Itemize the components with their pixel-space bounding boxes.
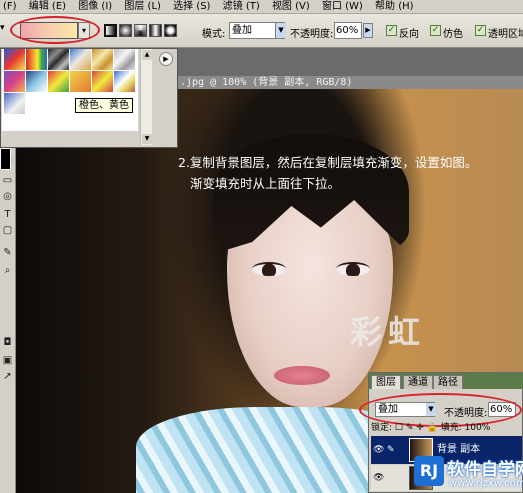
jump-to-imageready-icon[interactable]: ↗ (1, 370, 14, 383)
gradient-swatch[interactable] (92, 71, 113, 92)
gradient-swatch[interactable] (114, 71, 135, 92)
tab-channels[interactable]: 通道 (403, 375, 433, 389)
brush-icon: ✎ (387, 445, 395, 455)
tab-layers[interactable]: 图层 (371, 375, 401, 389)
blur-tool-icon[interactable]: ◎ (1, 190, 14, 203)
shape-tool-icon[interactable]: ▢ (1, 224, 14, 237)
gradient-swatch[interactable] (48, 49, 69, 70)
scroll-up-icon[interactable]: ▲ (142, 50, 152, 60)
gradient-swatch[interactable] (48, 71, 69, 92)
gradient-swatch[interactable] (26, 49, 47, 70)
toolbox: ⬚ ▭ ◎ T ▢ ✎ ⌕ ◘ ▣ ↗ (0, 148, 16, 493)
options-bar: ▾ ▾ 模式: 叠加 ▼ 不透明度: 60% ▶ ✓ 反向 ✓ 仿色 ✓ 透明区… (0, 14, 523, 48)
menu-image[interactable]: 图像 (I) (75, 0, 118, 13)
reverse-label: 反向 (399, 29, 419, 40)
eye-icon[interactable]: 👁 (373, 473, 384, 483)
type-tool-icon[interactable]: T (1, 208, 14, 221)
photo-eye-right (336, 262, 370, 276)
instruction-line-2: 渐变填充时从上面往下拉。 (190, 176, 341, 191)
menu-edit[interactable]: 编辑 (E) (26, 0, 72, 13)
menu-layer[interactable]: 图层 (L) (121, 0, 167, 13)
gradient-swatch[interactable] (4, 71, 25, 92)
tutorial-instruction: 2.复制背景图层，然后在复制层填充渐变，设置如图。 渐变填充时从上面往下拉。 (178, 152, 523, 194)
dither-checkbox[interactable]: ✓ (430, 25, 441, 36)
lock-fill-row[interactable]: 锁定: ☐ ✎ ✛ 🔒 填充: 100% (371, 422, 523, 435)
document-title-bar[interactable]: .jpg @ 100% (背景 副本, RGB/8) (178, 76, 523, 89)
photo-lips (274, 366, 330, 385)
linear-gradient-button[interactable] (104, 24, 117, 37)
gradient-swatch-grid (2, 49, 138, 131)
menu-filter[interactable]: 滤镜 (T) (220, 0, 266, 13)
eyedropper-tool-icon[interactable]: ✎ (1, 246, 14, 259)
angle-gradient-button[interactable] (134, 24, 147, 37)
menu-view[interactable]: 视图 (V) (269, 0, 316, 13)
foreground-color-swatch[interactable] (0, 148, 11, 170)
gradient-preview[interactable] (20, 22, 78, 39)
transparency-checkbox[interactable]: ✓ (475, 25, 486, 36)
menu-select[interactable]: 选择 (S) (170, 0, 216, 13)
gradient-picker-scrollbar[interactable]: ▲ ▼ (140, 49, 152, 145)
chevron-down-icon[interactable]: ▼ (275, 23, 286, 38)
gradient-swatch[interactable] (70, 49, 91, 70)
site-logo-badge: RJ (414, 456, 444, 486)
tool-preset-arrow-icon[interactable]: ▾ (0, 23, 8, 33)
photo-eye-left (252, 262, 286, 276)
menu-file[interactable]: (F) (0, 0, 23, 13)
opacity-arrow-icon[interactable]: ▶ (363, 23, 373, 38)
gradient-swatch[interactable] (114, 49, 135, 70)
site-logo-url: www.rjzxw.com (449, 478, 523, 489)
layer-opacity-label: 不透明度: (444, 408, 488, 419)
menu-window[interactable]: 窗口 (W) (319, 0, 369, 13)
mode-label: 模式: (202, 29, 226, 40)
gradient-menu-button[interactable]: ▶ (159, 52, 173, 66)
tab-paths[interactable]: 路径 (433, 375, 463, 389)
site-logo-name: 软件自学网 (447, 460, 523, 480)
menu-help[interactable]: 帮助 (H) (372, 0, 420, 13)
radial-gradient-button[interactable] (119, 24, 132, 37)
eraser-tool-icon[interactable]: ▭ (1, 174, 14, 187)
chevron-down-icon[interactable]: ▼ (426, 403, 436, 416)
reflected-gradient-button[interactable] (149, 24, 162, 37)
dither-label: 仿色 (443, 29, 463, 40)
layers-panel-tabs: 图层 通道 路径 (369, 373, 523, 389)
gradient-swatch[interactable] (4, 93, 25, 114)
photo-watermark: 彩虹 (350, 313, 427, 351)
gradient-swatch[interactable] (92, 49, 113, 70)
gradient-tooltip: 橙色、黄色 (75, 98, 133, 113)
eye-icon[interactable]: 👁 (373, 445, 385, 455)
opacity-label: 不透明度: (290, 29, 334, 40)
zoom-tool-icon[interactable]: ⌕ (1, 264, 14, 277)
diamond-gradient-button[interactable] (164, 24, 177, 37)
gradient-swatch[interactable] (70, 71, 91, 92)
site-watermark-logo: RJ 软件自学网 www.rjzxw.com (414, 454, 523, 493)
reverse-checkbox[interactable]: ✓ (386, 25, 397, 36)
instruction-line-1: 2.复制背景图层，然后在复制层填充渐变，设置如图。 (178, 155, 478, 170)
scroll-down-icon[interactable]: ▼ (142, 134, 152, 144)
layer-opacity-input[interactable]: 60% (488, 402, 516, 417)
screen-mode-icon[interactable]: ▣ (1, 354, 14, 367)
gradient-swatch[interactable] (4, 49, 25, 70)
gradient-picker-popup: ▲ ▼ ▶ 橙色、黄色 (0, 48, 178, 148)
opacity-input[interactable]: 60% (334, 22, 362, 39)
menu-bar: (F) 编辑 (E) 图像 (I) 图层 (L) 选择 (S) 滤镜 (T) 视… (0, 0, 523, 14)
transparency-label: 透明区域 (488, 29, 523, 40)
quick-mask-icon[interactable]: ◘ (1, 336, 14, 349)
gradient-dropdown-arrow-icon[interactable]: ▾ (78, 22, 90, 39)
gradient-swatch[interactable] (26, 71, 47, 92)
